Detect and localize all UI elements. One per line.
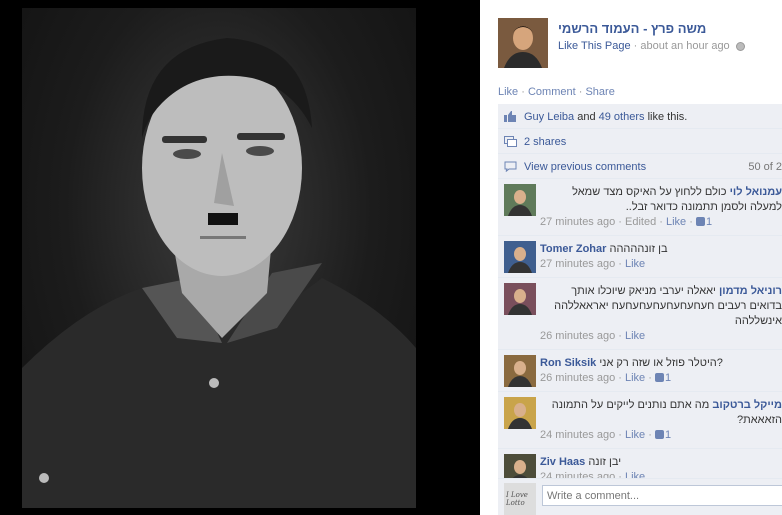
thumbs-up-icon xyxy=(504,111,516,122)
comment-item: Ron Siksik היטלר פוזל או שזה רק אני? 26 m… xyxy=(498,350,782,392)
post-actions: Like · Comment · Share xyxy=(498,86,615,98)
meta-separator: · xyxy=(633,40,638,52)
photo-stage xyxy=(0,0,480,515)
comment-meta: 27 minutes ago · Edited · Like · 1 xyxy=(540,216,713,228)
comment-item: מייקל ברטקוב מה אתם נותנים לייקים על התמ… xyxy=(498,392,782,449)
comment-like-link[interactable]: Like xyxy=(625,372,645,384)
avatar-photo-icon xyxy=(508,289,532,315)
comment-time[interactable]: 24 minutes ago xyxy=(540,429,615,441)
comment-author[interactable]: רוניאל מדמון xyxy=(719,285,782,297)
like-count-value: 1 xyxy=(664,372,672,384)
post-photo[interactable] xyxy=(22,8,416,508)
comment-meta: 24 minutes ago · Like · 1 xyxy=(540,429,672,441)
comment-item: רוניאל מדמון יאאלה יערבי מניאק שיוכלו או… xyxy=(498,278,782,350)
comment-time[interactable]: 27 minutes ago xyxy=(540,216,615,228)
likes-summary: Guy Leiba and 49 others like this. xyxy=(498,104,782,129)
current-user-avatar: I Love Lotto xyxy=(504,483,536,515)
feedback-box: Guy Leiba and 49 others like this. 2 sha… xyxy=(498,104,782,491)
action-separator: · xyxy=(521,86,525,98)
likes-and: and xyxy=(577,111,596,123)
post-meta: Like This Page · about an hour ago xyxy=(558,40,745,52)
liker-name[interactable]: Guy Leiba xyxy=(524,111,574,123)
avatar-photo-icon xyxy=(508,403,532,429)
comment-author[interactable]: מייקל ברטקוב xyxy=(712,399,782,411)
comment-author[interactable]: Ron Siksik xyxy=(540,357,596,369)
globe-icon xyxy=(735,41,745,51)
write-comment-input[interactable] xyxy=(542,485,782,506)
avatar-caption: I Love Lotto xyxy=(506,491,528,507)
comment-author[interactable]: עמנואל לוי xyxy=(730,186,782,198)
comment-text: יבן זונה xyxy=(588,456,622,468)
comment-body: מייקל ברטקוב מה אתם נותנים לייקים על התמ… xyxy=(540,397,782,428)
like-count-value: 1 xyxy=(705,216,713,228)
comment-body: Ron Siksik היטלר פוזל או שזה רק אני? xyxy=(540,355,782,371)
comment-text: בן זונההההה xyxy=(609,243,668,255)
thumbs-up-icon xyxy=(654,373,664,382)
edited-label[interactable]: Edited xyxy=(625,216,656,228)
share-link[interactable]: Share xyxy=(585,86,614,98)
comment-time[interactable]: 27 minutes ago xyxy=(540,258,615,270)
thumbs-up-icon xyxy=(654,430,664,439)
page-name[interactable]: משה פרץ - העמוד הרשמי xyxy=(558,21,778,36)
comment-meta: 26 minutes ago · Like xyxy=(540,330,646,342)
likes-others-link[interactable]: 49 others xyxy=(599,111,645,123)
post-sidebar: משה פרץ - העמוד הרשמי Like This Page · a… xyxy=(480,0,782,515)
shares-link[interactable]: 2 shares xyxy=(524,136,566,148)
comment-like-link[interactable]: Like xyxy=(625,258,645,270)
comment-like-count[interactable]: 1 xyxy=(654,429,672,441)
comment-text: היטלר פוזל או שזה רק אני? xyxy=(599,357,723,369)
post-timestamp[interactable]: about an hour ago xyxy=(640,40,729,52)
action-separator: · xyxy=(578,86,583,98)
avatar-photo-icon xyxy=(508,190,532,216)
like-count-value: 1 xyxy=(664,429,672,441)
comment-body: עמנואל לוי כולם ללחוץ על האיקס מצד שמאל … xyxy=(540,184,782,215)
comment-time[interactable]: 26 minutes ago xyxy=(540,372,615,384)
share-icon xyxy=(504,136,517,147)
comment-bubble-icon xyxy=(504,161,517,172)
avatar-photo-icon xyxy=(508,247,532,273)
comment-meta: 27 minutes ago · Like xyxy=(540,258,646,270)
view-previous-comments-link[interactable]: View previous comments xyxy=(524,161,646,173)
comment-list: עמנואל לוי כולם ללחוץ על האיקס מצד שמאל … xyxy=(498,179,782,491)
comment-item: עמנואל לוי כולם ללחוץ על האיקס מצד שמאל … xyxy=(498,179,782,236)
comment-body: Tomer Zohar בן זונההההה xyxy=(540,241,782,257)
comment-meta: 26 minutes ago · Like · 1 xyxy=(540,372,672,384)
likes-tail: like this. xyxy=(647,111,688,123)
comment-like-link[interactable]: Like xyxy=(625,429,645,441)
commenter-avatar[interactable] xyxy=(504,397,536,429)
thumbs-up-icon xyxy=(695,217,705,226)
like-page-link[interactable]: Like This Page xyxy=(558,40,631,52)
comment-author[interactable]: Ziv Haas xyxy=(540,456,585,468)
comment-link[interactable]: Comment xyxy=(528,86,576,98)
comment-composer: I Love Lotto xyxy=(498,478,782,515)
like-link[interactable]: Like xyxy=(498,86,518,98)
portrait-image xyxy=(22,38,416,508)
commenter-avatar[interactable] xyxy=(504,241,536,273)
shares-summary: 2 shares xyxy=(498,129,782,154)
comment-author[interactable]: Tomer Zohar xyxy=(540,243,606,255)
commenter-avatar[interactable] xyxy=(504,355,536,387)
avatar-photo-icon xyxy=(508,361,532,387)
commenter-avatar[interactable] xyxy=(504,184,536,216)
comment-like-count[interactable]: 1 xyxy=(695,216,713,228)
comment-like-link[interactable]: Like xyxy=(666,216,686,228)
comment-body: Ziv Haas יבן זונה xyxy=(540,454,782,470)
avatar-photo-icon xyxy=(498,18,548,68)
comment-like-count[interactable]: 1 xyxy=(654,372,672,384)
commenter-avatar[interactable] xyxy=(504,283,536,315)
comment-item: Tomer Zohar בן זונההההה 27 minutes ago · … xyxy=(498,236,782,278)
comment-body: רוניאל מדמון יאאלה יערבי מניאק שיוכלו או… xyxy=(540,283,782,329)
comment-like-link[interactable]: Like xyxy=(625,330,645,342)
comment-time[interactable]: 26 minutes ago xyxy=(540,330,615,342)
page-avatar[interactable] xyxy=(498,18,548,68)
previous-comments: View previous comments 50 of 2 xyxy=(498,154,782,179)
comment-count: 50 of 2 xyxy=(748,161,782,173)
